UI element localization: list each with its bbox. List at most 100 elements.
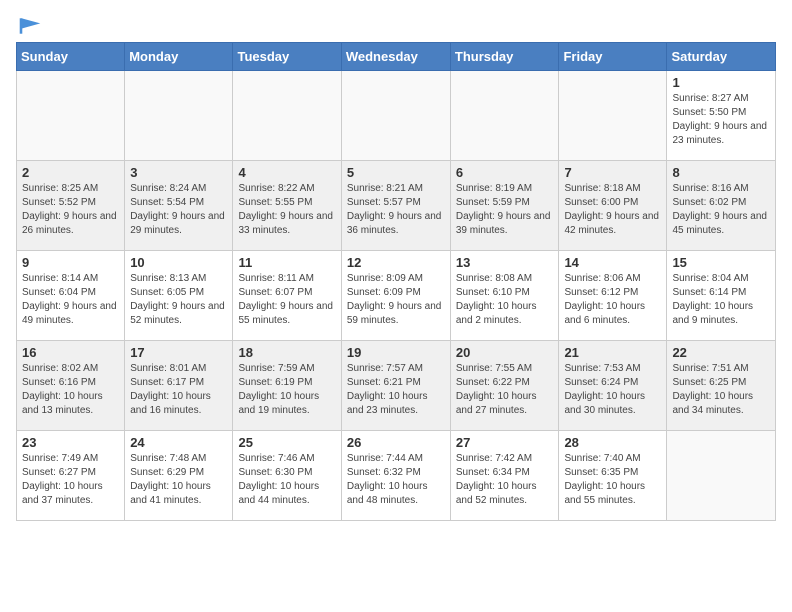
calendar-cell: 28 Sunrise: 7:40 AM Sunset: 6:35 PM Dayli… [559, 431, 667, 521]
calendar-cell: 11 Sunrise: 8:11 AM Sunset: 6:07 PM Dayli… [233, 251, 341, 341]
calendar-cell: 8 Sunrise: 8:16 AM Sunset: 6:02 PM Daylig… [667, 161, 776, 251]
day-number: 5 [347, 165, 445, 180]
week-row-3: 9 Sunrise: 8:14 AM Sunset: 6:04 PM Daylig… [17, 251, 776, 341]
day-info: Sunrise: 8:01 AM Sunset: 6:17 PM Dayligh… [130, 362, 227, 418]
calendar-cell: 26 Sunrise: 7:44 AM Sunset: 6:32 PM Dayli… [341, 431, 450, 521]
day-number: 18 [238, 345, 335, 360]
calendar-cell: 3 Sunrise: 8:24 AM Sunset: 5:54 PM Daylig… [125, 161, 233, 251]
day-info: Sunrise: 8:02 AM Sunset: 6:16 PM Dayligh… [22, 362, 119, 418]
day-number: 20 [456, 345, 554, 360]
day-number: 12 [347, 255, 445, 270]
day-number: 1 [672, 75, 770, 90]
calendar-cell [450, 71, 559, 161]
day-number: 14 [564, 255, 661, 270]
calendar-cell: 21 Sunrise: 7:53 AM Sunset: 6:24 PM Dayli… [559, 341, 667, 431]
day-info: Sunrise: 7:46 AM Sunset: 6:30 PM Dayligh… [238, 452, 335, 508]
day-info: Sunrise: 7:40 AM Sunset: 6:35 PM Dayligh… [564, 452, 661, 508]
day-info: Sunrise: 7:51 AM Sunset: 6:25 PM Dayligh… [672, 362, 770, 418]
calendar-cell: 2 Sunrise: 8:25 AM Sunset: 5:52 PM Daylig… [17, 161, 125, 251]
day-number: 11 [238, 255, 335, 270]
day-number: 9 [22, 255, 119, 270]
day-header-monday: Monday [125, 43, 233, 71]
day-info: Sunrise: 7:44 AM Sunset: 6:32 PM Dayligh… [347, 452, 445, 508]
day-info: Sunrise: 8:18 AM Sunset: 6:00 PM Dayligh… [564, 182, 661, 238]
day-info: Sunrise: 8:06 AM Sunset: 6:12 PM Dayligh… [564, 272, 661, 328]
calendar-cell: 9 Sunrise: 8:14 AM Sunset: 6:04 PM Daylig… [17, 251, 125, 341]
day-info: Sunrise: 7:49 AM Sunset: 6:27 PM Dayligh… [22, 452, 119, 508]
day-info: Sunrise: 7:53 AM Sunset: 6:24 PM Dayligh… [564, 362, 661, 418]
logo [16, 16, 42, 30]
day-info: Sunrise: 8:14 AM Sunset: 6:04 PM Dayligh… [22, 272, 119, 328]
day-number: 8 [672, 165, 770, 180]
calendar-table: SundayMondayTuesdayWednesdayThursdayFrid… [16, 42, 776, 521]
day-info: Sunrise: 8:13 AM Sunset: 6:05 PM Dayligh… [130, 272, 227, 328]
calendar-cell: 24Sunrise: 7:48 AM Sunset: 6:29 PM Dayli… [125, 431, 233, 521]
day-header-friday: Friday [559, 43, 667, 71]
calendar-cell: 18Sunrise: 7:59 AM Sunset: 6:19 PM Dayli… [233, 341, 341, 431]
day-info: Sunrise: 8:09 AM Sunset: 6:09 PM Dayligh… [347, 272, 445, 328]
week-row-4: 16 Sunrise: 8:02 AM Sunset: 6:16 PM Dayli… [17, 341, 776, 431]
week-row-5: 23 Sunrise: 7:49 AM Sunset: 6:27 PM Dayli… [17, 431, 776, 521]
calendar-cell [125, 71, 233, 161]
day-info: Sunrise: 8:19 AM Sunset: 5:59 PM Dayligh… [456, 182, 554, 238]
day-number: 28 [564, 435, 661, 450]
calendar-cell: 5 Sunrise: 8:21 AM Sunset: 5:57 PM Daylig… [341, 161, 450, 251]
calendar-cell: 23 Sunrise: 7:49 AM Sunset: 6:27 PM Dayli… [17, 431, 125, 521]
day-header-thursday: Thursday [450, 43, 559, 71]
day-info: Sunrise: 8:16 AM Sunset: 6:02 PM Dayligh… [672, 182, 770, 238]
day-info: Sunrise: 8:08 AM Sunset: 6:10 PM Dayligh… [456, 272, 554, 328]
day-info: Sunrise: 8:24 AM Sunset: 5:54 PM Dayligh… [130, 182, 227, 238]
calendar-header-row: SundayMondayTuesdayWednesdayThursdayFrid… [17, 43, 776, 71]
day-number: 25 [238, 435, 335, 450]
calendar-cell: 22 Sunrise: 7:51 AM Sunset: 6:25 PM Dayli… [667, 341, 776, 431]
header [16, 16, 776, 30]
day-info: Sunrise: 8:25 AM Sunset: 5:52 PM Dayligh… [22, 182, 119, 238]
day-header-wednesday: Wednesday [341, 43, 450, 71]
day-number: 22 [672, 345, 770, 360]
day-number: 6 [456, 165, 554, 180]
day-info: Sunrise: 7:42 AM Sunset: 6:34 PM Dayligh… [456, 452, 554, 508]
day-info: Sunrise: 8:04 AM Sunset: 6:14 PM Dayligh… [672, 272, 770, 328]
day-number: 7 [564, 165, 661, 180]
calendar-cell: 16 Sunrise: 8:02 AM Sunset: 6:16 PM Dayli… [17, 341, 125, 431]
calendar-cell: 6 Sunrise: 8:19 AM Sunset: 5:59 PM Daylig… [450, 161, 559, 251]
calendar-cell: 4 Sunrise: 8:22 AM Sunset: 5:55 PM Daylig… [233, 161, 341, 251]
calendar-cell [667, 431, 776, 521]
calendar-cell: 10 Sunrise: 8:13 AM Sunset: 6:05 PM Dayli… [125, 251, 233, 341]
day-number: 26 [347, 435, 445, 450]
day-info: Sunrise: 8:21 AM Sunset: 5:57 PM Dayligh… [347, 182, 445, 238]
day-header-sunday: Sunday [17, 43, 125, 71]
week-row-1: 1Sunrise: 8:27 AM Sunset: 5:50 PM Daylig… [17, 71, 776, 161]
day-number: 3 [130, 165, 227, 180]
day-info: Sunrise: 7:57 AM Sunset: 6:21 PM Dayligh… [347, 362, 445, 418]
day-number: 17 [130, 345, 227, 360]
calendar-cell: 25 Sunrise: 7:46 AM Sunset: 6:30 PM Dayli… [233, 431, 341, 521]
day-number: 23 [22, 435, 119, 450]
day-number: 21 [564, 345, 661, 360]
calendar-cell [341, 71, 450, 161]
calendar-cell: 13 Sunrise: 8:08 AM Sunset: 6:10 PM Dayli… [450, 251, 559, 341]
calendar-cell: 17 Sunrise: 8:01 AM Sunset: 6:17 PM Dayli… [125, 341, 233, 431]
calendar-cell [559, 71, 667, 161]
calendar-cell: 1Sunrise: 8:27 AM Sunset: 5:50 PM Daylig… [667, 71, 776, 161]
calendar-cell: 14 Sunrise: 8:06 AM Sunset: 6:12 PM Dayli… [559, 251, 667, 341]
day-header-saturday: Saturday [667, 43, 776, 71]
day-number: 15 [672, 255, 770, 270]
calendar-cell [233, 71, 341, 161]
day-number: 16 [22, 345, 119, 360]
day-info: Sunrise: 8:11 AM Sunset: 6:07 PM Dayligh… [238, 272, 335, 328]
day-number: 24 [130, 435, 227, 450]
day-number: 27 [456, 435, 554, 450]
week-row-2: 2 Sunrise: 8:25 AM Sunset: 5:52 PM Daylig… [17, 161, 776, 251]
logo-flag-icon [18, 16, 42, 36]
day-header-tuesday: Tuesday [233, 43, 341, 71]
calendar-cell: 15 Sunrise: 8:04 AM Sunset: 6:14 PM Dayli… [667, 251, 776, 341]
calendar-cell: 7 Sunrise: 8:18 AM Sunset: 6:00 PM Daylig… [559, 161, 667, 251]
calendar-cell: 27 Sunrise: 7:42 AM Sunset: 6:34 PM Dayli… [450, 431, 559, 521]
day-number: 4 [238, 165, 335, 180]
calendar-cell [17, 71, 125, 161]
day-number: 2 [22, 165, 119, 180]
day-number: 13 [456, 255, 554, 270]
day-info: Sunrise: 8:22 AM Sunset: 5:55 PM Dayligh… [238, 182, 335, 238]
day-number: 10 [130, 255, 227, 270]
